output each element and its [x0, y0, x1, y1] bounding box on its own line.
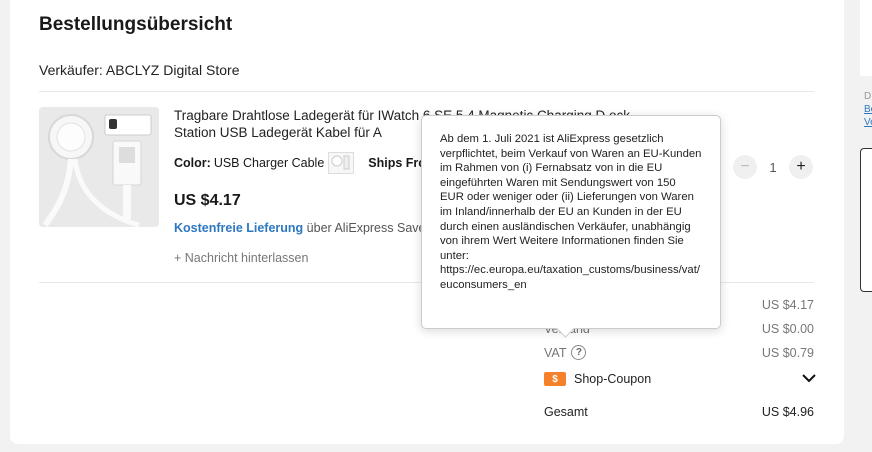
- shipping-info: Kostenfreie Lieferung über AliExpress Sa…: [174, 221, 425, 235]
- product-image: [39, 107, 159, 227]
- coupon-icon: $: [544, 372, 566, 386]
- plus-icon: +: [174, 251, 185, 265]
- shop-coupon-label: Shop-Coupon: [574, 372, 652, 386]
- page-title: Bestellungsübersicht: [39, 14, 233, 35]
- side-text-line: D: [864, 91, 872, 102]
- right-panel-edge: [860, 0, 872, 76]
- total-label: Gesamt: [544, 405, 588, 419]
- total-row: Gesamt US $4.96: [544, 405, 814, 419]
- tooltip-text: Ab dem 1. Juli 2021 ist AliExpress geset…: [440, 133, 702, 291]
- shop-coupon-row[interactable]: $ Shop-Coupon: [544, 372, 816, 386]
- total-value: US $4.96: [761, 405, 814, 419]
- shipping-method: über AliExpress Save: [303, 221, 426, 235]
- color-label: Color:: [174, 156, 211, 170]
- quantity-value[interactable]: 1: [767, 160, 779, 175]
- free-shipping-link[interactable]: Kostenfreie Lieferung: [174, 221, 303, 235]
- chevron-down-icon[interactable]: [802, 372, 816, 386]
- leave-message-label: Nachricht hinterlassen: [184, 251, 309, 265]
- color-value: USB Charger Cable: [213, 156, 325, 170]
- help-icon[interactable]: ?: [571, 345, 587, 360]
- vat-tooltip: Ab dem 1. Juli 2021 ist AliExpress geset…: [421, 115, 721, 329]
- leave-message-link[interactable]: + Nachricht hinterlassen: [174, 251, 308, 265]
- vat-row: VAT ? US $0.79: [544, 345, 814, 360]
- subtotal-value: US $4.17: [761, 298, 814, 312]
- vat-label-wrap: VAT ?: [544, 345, 587, 360]
- side-link[interactable]: Ve: [864, 116, 872, 129]
- side-link[interactable]: Be: [864, 103, 872, 116]
- product-attributes: Color: USB Charger Cable Ships From: [174, 152, 440, 174]
- shipping-value: US $0.00: [761, 322, 814, 336]
- color-swatch: [328, 152, 355, 174]
- side-panel-box: [860, 148, 872, 292]
- vat-label: VAT: [544, 345, 567, 360]
- product-thumbnail[interactable]: [39, 107, 159, 227]
- product-price: US $4.17: [174, 192, 241, 209]
- vat-value: US $0.79: [761, 345, 814, 360]
- quantity-stepper: − 1 +: [733, 155, 813, 179]
- increase-quantity-button[interactable]: +: [789, 155, 813, 179]
- side-panel-text: D Be Ve: [864, 90, 872, 129]
- decrease-quantity-button[interactable]: −: [733, 155, 757, 179]
- seller-name: Verkäufer: ABCLYZ Digital Store: [39, 62, 240, 78]
- divider: [39, 91, 814, 92]
